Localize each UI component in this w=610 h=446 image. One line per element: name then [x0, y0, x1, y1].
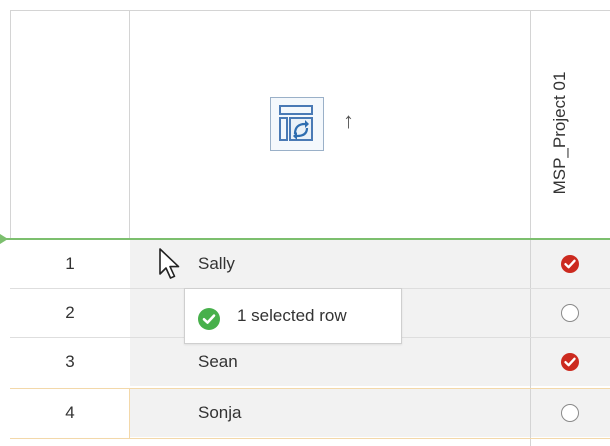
project-status-cell[interactable] [531, 338, 610, 386]
project-status-cell[interactable] [531, 289, 610, 337]
project-status-cell[interactable] [531, 240, 610, 288]
project-column-title: MSP_Project 01 [545, 38, 575, 228]
project-column-label: MSP_Project 01 [550, 71, 569, 195]
name-text: Sally [198, 254, 235, 273]
table-row[interactable]: 4 Sonja [10, 389, 610, 437]
table-row[interactable]: 1 Sally [10, 240, 610, 288]
row-number: 1 [10, 240, 130, 288]
row-divider-focus [10, 438, 610, 439]
name-text: Sonja [198, 403, 242, 422]
focus-border [129, 389, 130, 439]
drop-indicator-arrow-icon [0, 234, 8, 244]
column-divider [129, 10, 130, 238]
sort-ascending-indicator[interactable]: ↑ [343, 108, 354, 134]
checked-status-icon[interactable] [561, 255, 579, 273]
data-grid: ↑ MSP_Project 01 1 Sally 2 3 Sean 4 Sonj… [0, 0, 610, 446]
check-circle-icon [198, 308, 220, 330]
name-column-header[interactable] [130, 10, 530, 239]
name-cell[interactable]: Sean [130, 338, 530, 386]
project-status-cell[interactable] [531, 389, 610, 437]
name-cell[interactable]: Sonja [130, 389, 530, 437]
row-number: 2 [10, 289, 130, 337]
mouse-cursor-icon [158, 247, 184, 288]
row-number: 3 [10, 338, 130, 386]
name-cell[interactable]: Sally [130, 240, 530, 288]
row-sort-icon[interactable] [270, 97, 324, 151]
selection-tooltip: 1 selected row [184, 288, 402, 344]
row-number-header [10, 10, 130, 239]
name-text: Sean [198, 352, 238, 371]
tooltip-text: 1 selected row [237, 306, 347, 325]
empty-status-icon[interactable] [561, 404, 579, 422]
empty-status-icon[interactable] [561, 304, 579, 322]
row-number: 4 [10, 389, 130, 437]
table-row[interactable]: 3 Sean [10, 338, 610, 386]
checked-status-icon[interactable] [561, 353, 579, 371]
